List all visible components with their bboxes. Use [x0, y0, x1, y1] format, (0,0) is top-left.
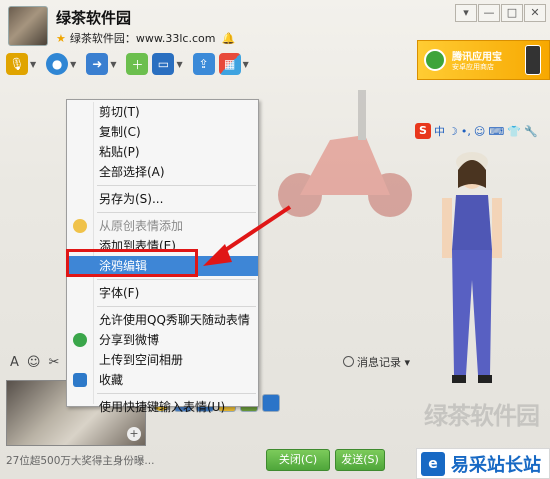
- menu-item[interactable]: 复制(C): [67, 122, 258, 142]
- menu-item-label: 另存为(S)...: [99, 192, 164, 206]
- bell-icon[interactable]: 🔔: [221, 32, 235, 45]
- menu-item[interactable]: 上传到空间相册: [67, 350, 258, 370]
- microphone-icon[interactable]: 🎙: [6, 53, 28, 75]
- keyboard-icon[interactable]: ⌨: [488, 125, 504, 138]
- window-title: 绿茶软件园: [56, 9, 132, 27]
- phone-icon: [525, 45, 541, 75]
- ime-mode-toggle[interactable]: 中: [434, 123, 445, 139]
- toolbar-apps[interactable]: ▦ ▼: [218, 53, 255, 75]
- menu-item-label: 分享到微博: [99, 333, 160, 347]
- window-controls: ▾ — □ ✕: [455, 4, 546, 22]
- send-button[interactable]: 发送(S): [335, 449, 385, 471]
- menu-item-label: 复制(C): [99, 125, 141, 139]
- chevron-down-icon[interactable]: ▼: [110, 60, 116, 69]
- emoticon-icon: [73, 219, 87, 233]
- menu-item[interactable]: 全部选择(A): [67, 162, 258, 182]
- skin-icon[interactable]: 👕: [507, 125, 521, 138]
- watermark-text: 绿茶软件园: [424, 402, 540, 430]
- menu-item[interactable]: 粘贴(P): [67, 142, 258, 162]
- minimize-button[interactable]: —: [478, 4, 500, 22]
- menu-item[interactable]: 收藏: [67, 370, 258, 390]
- menu-separator: [97, 393, 256, 394]
- chevron-down-icon[interactable]: ▼: [30, 60, 36, 69]
- annotation-highlight-box: [66, 249, 198, 277]
- app-store-logo-icon: [424, 49, 446, 71]
- window-subtitle: ★ 绿茶软件园：www.33lc.com 🔔: [56, 30, 235, 46]
- menu-item-label: 字体(F): [99, 286, 140, 300]
- apps-grid-icon[interactable]: ▦: [218, 53, 241, 75]
- toolbar-remote[interactable]: ▭ ▼: [152, 53, 188, 75]
- menu-item[interactable]: 允许使用QQ秀聊天随动表情: [67, 310, 258, 330]
- menu-button[interactable]: ▾: [455, 4, 477, 22]
- clock-icon: [343, 356, 354, 367]
- menu-item[interactable]: 使用快捷键输入表情(U): [67, 397, 258, 417]
- menu-item: 从原创表情添加: [67, 216, 258, 236]
- maximize-button[interactable]: □: [501, 4, 523, 22]
- menu-item-label: 允许使用QQ秀聊天随动表情: [99, 313, 250, 327]
- menu-item-label: 剪切(T): [99, 105, 140, 119]
- close-button[interactable]: 关闭(C): [266, 449, 330, 471]
- app-store-title: 腾讯应用宝: [452, 52, 502, 63]
- punctuation-icon[interactable]: •,: [461, 125, 471, 138]
- menu-separator: [97, 185, 256, 186]
- add-member-icon[interactable]: ＋: [126, 53, 149, 75]
- toolbar-add-member[interactable]: ＋: [126, 53, 149, 75]
- toolbar-share[interactable]: ⇪: [192, 53, 215, 75]
- moon-icon[interactable]: ☽: [448, 125, 458, 138]
- menu-separator: [97, 212, 256, 213]
- scooter-background-image: [278, 90, 412, 217]
- menu-item-label: 从原创表情添加: [99, 219, 184, 233]
- close-window-button[interactable]: ✕: [524, 4, 546, 22]
- star-icon: ★: [56, 32, 66, 45]
- qq-show-avatar-image: [442, 152, 502, 383]
- menu-item-label: 上传到空间相册: [99, 353, 184, 367]
- ime-toolbar: S 中 ☽ •, ☺ ⌨ 👕 🔧: [415, 122, 550, 140]
- avatar[interactable]: [8, 6, 48, 46]
- menu-item-label: 粘贴(P): [99, 145, 140, 159]
- toolbar-voice[interactable]: 🎙 ▼: [6, 53, 42, 75]
- news-ticker[interactable]: 27位超500万大奖得主身份曝...: [0, 450, 262, 470]
- menu-item[interactable]: 分享到微博: [67, 330, 258, 350]
- more-icon[interactable]: ✂: [48, 355, 59, 370]
- subtitle-text: 绿茶软件园：www.33lc.com: [69, 32, 216, 45]
- menu-item[interactable]: 剪切(T): [67, 102, 258, 122]
- emoticon-icon[interactable]: ☺: [27, 355, 41, 370]
- toolbar-file[interactable]: ➜ ▼: [86, 53, 122, 75]
- site-logo-text: 易采站长站: [451, 454, 541, 476]
- chat-toolbar: 🎙 ▼ ● ▼ ➜ ▼ ＋ ▭ ▼ ⇪ ▦ ▼: [0, 48, 420, 80]
- menu-item[interactable]: 另存为(S)...: [67, 189, 258, 209]
- weibo-icon: [73, 333, 87, 347]
- remote-desktop-icon[interactable]: ▭: [152, 53, 175, 75]
- sogou-logo-icon[interactable]: S: [415, 123, 431, 139]
- zoom-in-icon[interactable]: +: [127, 427, 141, 441]
- emoji-icon[interactable]: ☺: [474, 125, 485, 138]
- wrench-icon[interactable]: 🔧: [524, 125, 538, 138]
- menu-item-label: 收藏: [99, 373, 124, 387]
- history-label: 消息记录: [357, 356, 401, 369]
- menu-separator: [97, 279, 256, 280]
- menu-item[interactable]: 字体(F): [67, 283, 258, 303]
- share-screen-icon[interactable]: ⇪: [192, 53, 215, 75]
- file-transfer-icon[interactable]: ➜: [86, 53, 109, 75]
- chevron-down-icon[interactable]: ▼: [176, 60, 182, 69]
- bookmark-icon[interactable]: [262, 394, 280, 412]
- favorite-icon: [73, 373, 87, 387]
- site-logo: e 易采站长站: [416, 448, 550, 479]
- chevron-down-icon[interactable]: ▼: [243, 60, 249, 69]
- message-history-button[interactable]: 消息记录 ▾: [343, 354, 410, 370]
- font-icon[interactable]: A: [10, 355, 19, 370]
- menu-item-label: 使用快捷键输入表情(U): [99, 400, 226, 414]
- video-camera-icon[interactable]: ●: [46, 53, 69, 75]
- chevron-down-icon[interactable]: ▼: [70, 60, 76, 69]
- site-logo-icon: e: [421, 451, 445, 476]
- app-store-tagline: 安卓应用商店: [452, 63, 494, 71]
- app-store-banner[interactable]: 腾讯应用宝 安卓应用商店: [417, 40, 550, 80]
- menu-separator: [97, 306, 256, 307]
- menu-item-label: 全部选择(A): [99, 165, 165, 179]
- toolbar-video[interactable]: ● ▼: [46, 53, 82, 75]
